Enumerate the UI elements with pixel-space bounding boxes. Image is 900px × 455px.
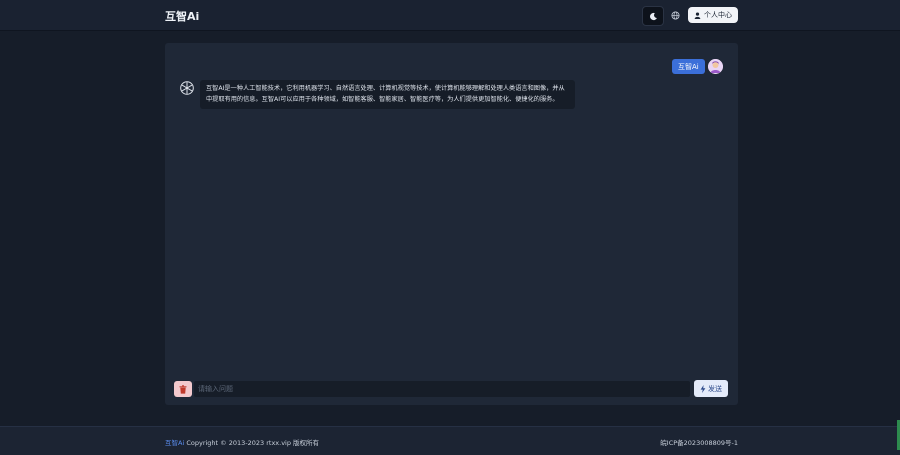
user-center-label: 个人中心	[704, 11, 732, 19]
send-label: 发送	[708, 384, 722, 393]
icp-link[interactable]: 皖ICP备2023008809号-1	[660, 437, 738, 447]
trash-icon	[179, 384, 187, 394]
ai-message-bubble: 互智AI是一种人工智能技术，它利用机器学习、自然语言处理、计算机视觉等技术，使计…	[200, 80, 575, 109]
globe-icon	[670, 10, 680, 20]
user-message-text: 互智Ai	[678, 62, 699, 71]
footer: 互智Ai Copyright © 2013-2023 rtxx.vip 版权所有…	[0, 426, 900, 455]
openai-logo-icon	[180, 81, 194, 95]
top-navbar: 互智Ai 个人中心	[0, 0, 900, 31]
avatar-icon	[708, 59, 723, 74]
brand-logo[interactable]: 互智Ai	[165, 8, 199, 24]
moon-icon	[649, 12, 657, 20]
copyright-text: Copyright © 2013-2023 rtxx.vip 版权所有	[184, 439, 320, 447]
ai-assistant-icon	[179, 80, 195, 96]
ai-message-text: 互智AI是一种人工智能技术，它利用机器学习、自然语言处理、计算机视觉等技术，使计…	[206, 85, 565, 103]
user-icon	[694, 11, 701, 19]
user-center-button[interactable]: 个人中心	[688, 7, 738, 23]
theme-toggle-button[interactable]	[642, 6, 664, 26]
clear-chat-button[interactable]	[174, 381, 192, 397]
user-avatar	[708, 59, 723, 74]
footer-copyright: 互智Ai Copyright © 2013-2023 rtxx.vip 版权所有	[165, 437, 319, 447]
send-button[interactable]: 发送	[694, 380, 728, 397]
language-button[interactable]	[665, 6, 685, 24]
user-message-bubble: 互智Ai	[672, 59, 705, 74]
footer-brand-link[interactable]: 互智Ai	[165, 439, 184, 447]
lightning-icon	[700, 384, 706, 393]
question-input[interactable]	[194, 381, 690, 397]
